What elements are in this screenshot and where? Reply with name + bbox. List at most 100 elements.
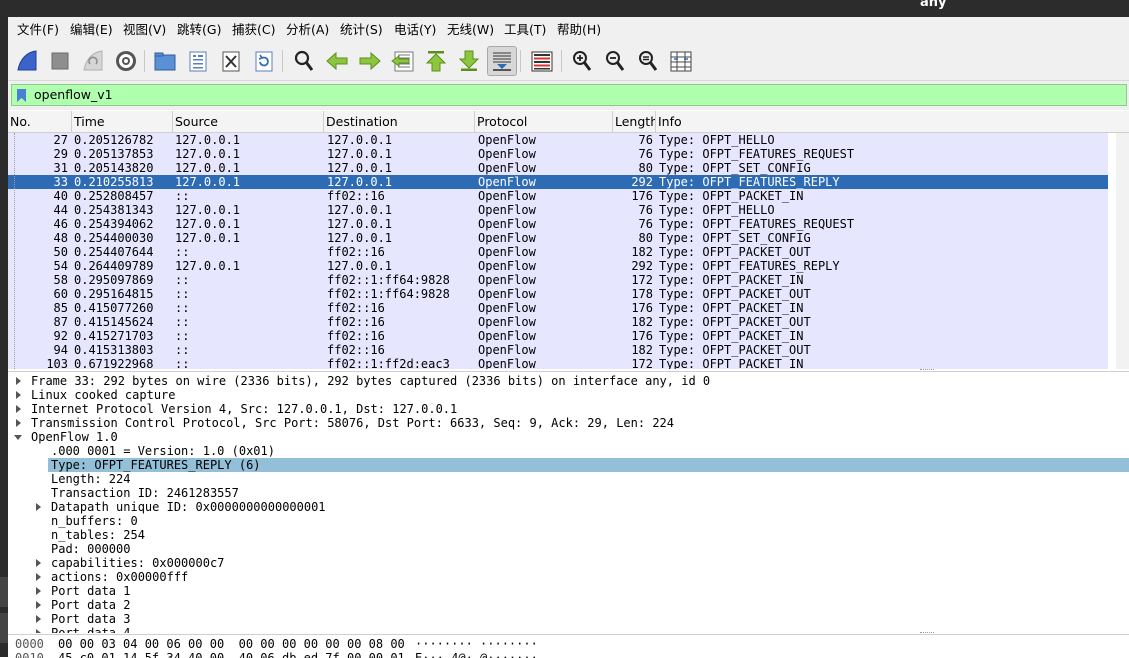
go-first-packet-button[interactable] xyxy=(422,48,450,74)
detail-row-selected[interactable]: Type: OFPT_FEATURES_REPLY (6) xyxy=(48,458,1129,472)
open-file-button[interactable] xyxy=(151,48,179,74)
expander-collapsed-icon[interactable] xyxy=(13,374,23,388)
table-row[interactable]: 44 0.254381343 127.0.0.1 127.0.0.1 OpenFlow 7… xyxy=(8,203,1108,217)
detail-row[interactable]: n_buffers: 0 xyxy=(8,514,1129,528)
colorize-button[interactable] xyxy=(528,48,556,74)
column-header-length[interactable]: Length xyxy=(613,111,656,132)
column-header-protocol[interactable]: Protocol xyxy=(475,111,613,132)
packet-bytes[interactable]: 0000 00 00 03 04 00 06 00 00 00 00 00 00 … xyxy=(8,634,1129,658)
bookmark-icon[interactable] xyxy=(17,89,26,102)
table-row[interactable]: 46 0.254394062 127.0.0.1 127.0.0.1 OpenFlow 7… xyxy=(8,217,1108,231)
zoom-out-button[interactable] xyxy=(601,48,629,74)
expander-collapsed-icon[interactable] xyxy=(33,584,43,598)
detail-row[interactable]: Port data 4 xyxy=(8,626,1129,633)
table-row[interactable]: 87 0.415145624:: ff02::16 OpenFlow 182 Type: … xyxy=(8,315,1108,329)
cell-source: 127.0.0.1 xyxy=(175,203,241,217)
detail-row[interactable]: Port data 2 xyxy=(8,598,1129,612)
resize-columns-button[interactable] xyxy=(667,48,695,74)
table-row[interactable]: 27 0.205126782 127.0.0.1 127.0.0.1 OpenFlow 7… xyxy=(8,133,1108,147)
detail-row[interactable]: OpenFlow 1.0 xyxy=(8,430,1129,444)
expander-collapsed-icon[interactable] xyxy=(13,388,23,402)
column-header-no[interactable]: No. xyxy=(8,111,72,132)
table-row[interactable]: 92 0.415271703:: ff02::16 OpenFlow 176 Type: … xyxy=(8,329,1108,343)
go-last-packet-button[interactable] xyxy=(455,48,483,74)
expander-expanded-icon[interactable] xyxy=(13,430,23,444)
menu-help[interactable]: 帮助(H) xyxy=(557,22,601,37)
go-to-packet-button[interactable] xyxy=(389,48,417,74)
menu-view[interactable]: 视图(V) xyxy=(123,22,166,37)
detail-row[interactable]: Internet Protocol Version 4, Src: 127.0.… xyxy=(8,402,1129,416)
table-row[interactable]: 94 0.415313803:: ff02::16 OpenFlow 182 Type: … xyxy=(8,343,1108,357)
zoom-in-button[interactable] xyxy=(568,48,596,74)
expander-collapsed-icon[interactable] xyxy=(33,556,43,570)
column-header-info[interactable]: Info xyxy=(656,111,1129,132)
close-file-button[interactable] xyxy=(217,48,245,74)
cell-length: 182 xyxy=(631,245,653,259)
menu-capture[interactable]: 捕获(C) xyxy=(232,22,275,37)
detail-row[interactable]: Datapath unique ID: 0x0000000000000001 xyxy=(8,500,1129,514)
table-row[interactable]: 85 0.415077260:: ff02::16 OpenFlow 176 Type: … xyxy=(8,301,1108,315)
detail-row[interactable]: Port data 3 xyxy=(8,612,1129,626)
start-capture-button[interactable] xyxy=(13,48,41,74)
expander-collapsed-icon[interactable] xyxy=(33,598,43,612)
detail-row[interactable]: Transmission Control Protocol, Src Port:… xyxy=(8,416,1129,430)
expander-collapsed-icon[interactable] xyxy=(13,416,23,430)
table-row[interactable]: 40 0.252808457:: ff02::16 OpenFlow 176 Type: … xyxy=(8,189,1108,203)
auto-scroll-button[interactable] xyxy=(487,46,517,76)
column-header-destination[interactable]: Destination xyxy=(324,111,475,132)
detail-row[interactable]: Frame 33: 292 bytes on wire (2336 bits),… xyxy=(8,374,1129,388)
packet-list[interactable]: No. Time Source Destination Protocol Len… xyxy=(8,111,1129,369)
menu-tools[interactable]: 工具(T) xyxy=(504,22,546,37)
go-forward-button[interactable] xyxy=(356,48,384,74)
detail-row[interactable]: n_tables: 254 xyxy=(8,528,1129,542)
packet-list-scrollbar[interactable] xyxy=(1116,133,1129,369)
menu-wireless[interactable]: 无线(W) xyxy=(447,22,494,37)
menu-telephony[interactable]: 电话(Y) xyxy=(394,22,436,37)
menu-statistics[interactable]: 统计(S) xyxy=(340,22,383,37)
go-to-packet-icon xyxy=(391,51,414,72)
stop-capture-button[interactable] xyxy=(46,48,74,74)
table-row[interactable]: 31 0.205143820 127.0.0.1 127.0.0.1 OpenFlow 8… xyxy=(8,161,1108,175)
menu-analyze[interactable]: 分析(A) xyxy=(286,22,329,37)
reload-file-button[interactable] xyxy=(250,48,278,74)
expander-collapsed-icon[interactable] xyxy=(33,612,43,626)
cell-destination: ff02::16 xyxy=(327,301,385,315)
detail-row[interactable]: capabilities: 0x000000c7 xyxy=(8,556,1129,570)
expander-collapsed-icon[interactable] xyxy=(33,626,43,633)
menu-edit[interactable]: 编辑(E) xyxy=(70,22,113,37)
table-row-selected[interactable]: 33 0.210255813 127.0.0.1 127.0.0.1 OpenFlow 2… xyxy=(8,175,1108,189)
cell-time: 0.295164815 xyxy=(74,287,154,301)
menu-file[interactable]: 文件(F) xyxy=(17,22,59,37)
detail-row[interactable]: Length: 224 xyxy=(8,472,1129,486)
menu-go[interactable]: 跳转(G) xyxy=(177,22,221,37)
column-header-source[interactable]: Source xyxy=(173,111,324,132)
detail-row[interactable]: Linux cooked capture xyxy=(8,388,1129,402)
capture-options-button[interactable] xyxy=(112,48,140,74)
cell-info: Type: OFPT_SET_CONFIG xyxy=(659,161,811,175)
restart-capture-button[interactable] xyxy=(79,48,107,74)
zoom-normal-button[interactable] xyxy=(634,48,662,74)
go-back-button[interactable] xyxy=(323,48,351,74)
save-file-button[interactable] xyxy=(184,48,212,74)
table-row[interactable]: 29 0.205137853 127.0.0.1 127.0.0.1 OpenFlow 7… xyxy=(8,147,1108,161)
expander-collapsed-icon[interactable] xyxy=(13,402,23,416)
bytes-row[interactable]: 0000 00 00 03 04 00 06 00 00 00 00 00 00 … xyxy=(8,637,1129,651)
detail-row[interactable]: Transaction ID: 2461283557 xyxy=(8,486,1129,500)
expander-collapsed-icon[interactable] xyxy=(33,500,43,514)
detail-row[interactable]: Pad: 000000 xyxy=(8,542,1129,556)
table-row[interactable]: 50 0.254407644:: ff02::16 OpenFlow 182 Type: … xyxy=(8,245,1108,259)
table-row[interactable]: 48 0.254400030 127.0.0.1 127.0.0.1 OpenFlow 8… xyxy=(8,231,1108,245)
display-filter-input[interactable]: openflow_v1 xyxy=(11,84,1127,106)
detail-row[interactable]: Port data 1 xyxy=(8,584,1129,598)
column-header-time[interactable]: Time xyxy=(72,111,173,132)
table-row[interactable]: 103 0.671922968:: ff02::1:ff2d:eac3 OpenFlo… xyxy=(8,357,1108,369)
cell-info: Type: OFPT_FEATURES_REQUEST xyxy=(659,217,855,231)
detail-row[interactable]: actions: 0x00000fff xyxy=(8,570,1129,584)
expander-collapsed-icon[interactable] xyxy=(33,570,43,584)
packet-details[interactable]: Frame 33: 292 bytes on wire (2336 bits),… xyxy=(8,371,1129,633)
find-packet-button[interactable] xyxy=(290,48,318,74)
table-row[interactable]: 60 0.295164815:: ff02::1:ff64:9828 OpenFlow… xyxy=(8,287,1108,301)
detail-row[interactable]: .000 0001 = Version: 1.0 (0x01) xyxy=(8,444,1129,458)
table-row[interactable]: 54 0.264409789 127.0.0.1 127.0.0.1 OpenFlow 2… xyxy=(8,259,1108,273)
table-row[interactable]: 58 0.295097869:: ff02::1:ff64:9828 OpenFlow… xyxy=(8,273,1108,287)
